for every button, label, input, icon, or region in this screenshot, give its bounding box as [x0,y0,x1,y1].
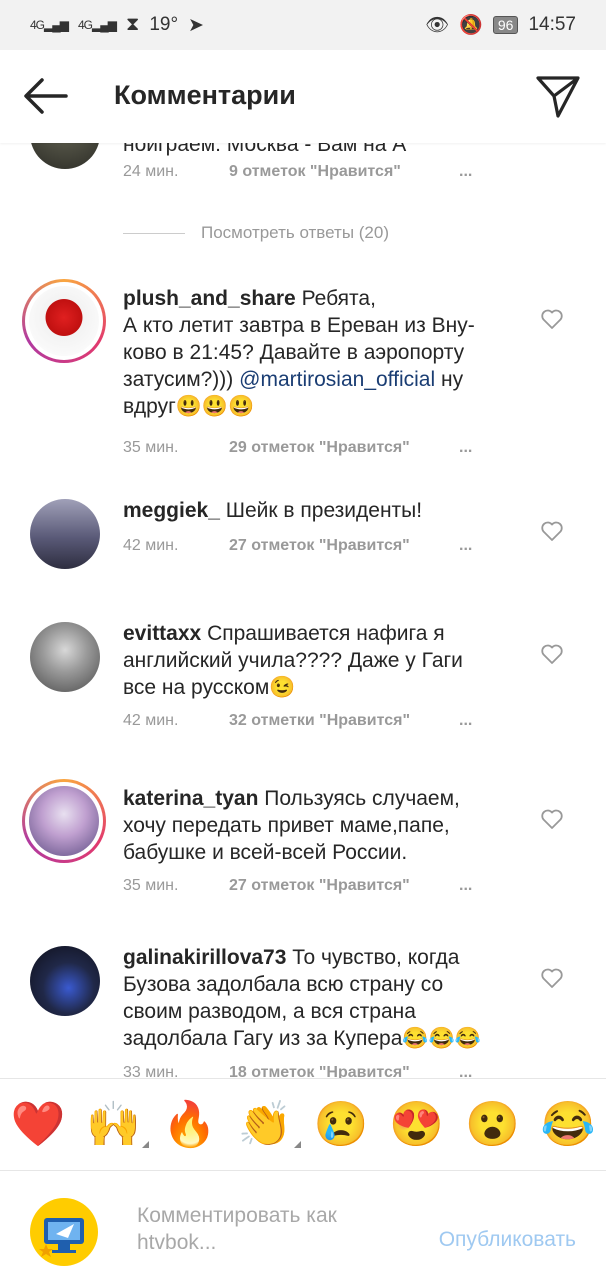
red-heart-emoji-button[interactable]: ❤️ [10,1100,65,1150]
battery-icon: 96 [492,16,519,34]
comment-time: 24 мин. [123,163,179,180]
comment-time: 42 мин. [123,712,179,729]
comment-time: 42 мин. [123,537,179,554]
more-options[interactable]: ... [459,1064,472,1078]
like-heart-icon[interactable] [540,642,564,666]
comment-meta: 42 мин. 27 отметок "Нравится" ... [123,537,472,555]
raising-hands-emoji-button[interactable]: 🙌 [86,1100,150,1150]
replies-divider [123,232,185,234]
comment-text: plush_and_share Ребята, А кто летит завт… [123,285,523,420]
comment-text: katerina_tyan Пользуясь случаем, хочу пе… [123,785,523,866]
comment-likes[interactable]: 18 отметок "Нравится" [229,1064,459,1078]
avatar[interactable] [30,946,100,1016]
surprised-emoji-button[interactable]: 😮 [465,1100,520,1150]
like-heart-icon[interactable] [540,519,564,543]
direct-send-icon[interactable] [534,72,582,120]
comment-time: 35 мин. [123,439,179,456]
comment-text: evittaxx Спрашивается нафига я английски… [123,620,523,701]
clock: 14:57 [528,14,576,35]
comment-username[interactable]: meggiek_ [123,499,220,522]
more-options[interactable]: ... [459,877,472,895]
comment-likes[interactable]: 27 отметок "Нравится" [229,877,459,895]
clapping-emoji-button[interactable]: 👏 [238,1100,301,1150]
heart-eyes-emoji-button[interactable]: 😍 [389,1100,444,1150]
comment-username[interactable]: plush_and_share [123,287,296,310]
signal-icon: 4G▂▄▆ [30,18,69,32]
skin-tone-indicator [142,1140,150,1148]
signal-icon-2: 4G▂▄▆ [77,18,117,32]
temperature: 19° [149,14,179,35]
comment-time: 35 мин. [123,877,179,894]
avatar[interactable] [30,143,100,169]
fire-emoji-button[interactable]: 🔥 [162,1100,217,1150]
comment-username[interactable]: katerina_tyan [123,787,258,810]
comment-input[interactable]: Комментировать как htvbok... [137,1202,407,1256]
comment-meta: 33 мин. 18 отметок "Нравится" ... [123,1064,472,1078]
mention-link[interactable]: @martirosian_official [239,368,435,391]
comment-likes[interactable]: 29 отметок "Нравится" [229,439,459,457]
more-options[interactable]: ... [459,439,472,457]
like-heart-icon[interactable] [540,307,564,331]
comment-time: 33 мин. [123,1064,179,1078]
publish-button[interactable]: Опубликовать [439,1228,576,1252]
avatar[interactable] [30,622,100,692]
hourglass-icon: ⧗ [125,14,140,35]
comment-username[interactable]: evittaxx [123,622,201,645]
eye-icon: 👁 [425,15,450,36]
comment-meta: 42 мин. 32 отметки "Нравится" ... [123,712,472,730]
status-bar: 4G▂▄▆ 4G▂▄▆ ⧗ 19° ➤ 👁 🔕 96 14:57 [0,0,606,50]
comment-meta: 35 мин. 29 отметок "Нравится" ... [123,439,472,457]
comment-composer: Комментировать как htvbok... Опубликоват… [0,1172,606,1280]
mute-icon: 🔕 [459,15,483,36]
page-title: Комментарии [114,80,296,110]
like-heart-icon[interactable] [540,807,564,831]
comment-likes[interactable]: 32 отметки "Нравится" [229,712,459,730]
comment-username[interactable]: galinakirillova73 [123,946,286,969]
comment-text: meggiek_ Шейк в президенты! [123,497,523,524]
header: Комментарии [0,50,606,143]
comment-meta: 35 мин. 27 отметок "Нравится" ... [123,877,472,895]
skin-tone-indicator [293,1140,301,1148]
avatar[interactable] [30,499,100,569]
view-replies[interactable]: Посмотреть ответы (20) [123,223,389,243]
back-arrow-icon[interactable] [22,74,70,118]
tears-of-joy-emoji-button[interactable]: 😂 [541,1100,596,1150]
comment-meta: 24 мин. 9 отметок "Нравится" ... [123,163,472,181]
quick-reactions-bar: ❤️ 🙌 🔥 👏 😢 😍 😮 😂 [0,1078,606,1171]
comment-text: ноиграем: Москва - Вам на А [123,143,407,156]
more-options[interactable]: ... [459,163,472,181]
avatar[interactable] [29,786,99,856]
crying-emoji-button[interactable]: 😢 [313,1100,368,1150]
computer-logo-icon [39,1218,84,1257]
more-options[interactable]: ... [459,537,472,555]
view-replies-label: Посмотреть ответы (20) [201,223,389,242]
more-options[interactable]: ... [459,712,472,730]
comment-likes[interactable]: 9 отметок "Нравится" [229,163,459,181]
comment-body: Шейк в президенты! [225,499,423,522]
avatar[interactable] [29,286,99,356]
like-heart-icon[interactable] [540,966,564,990]
navigation-icon: ➤ [188,14,204,36]
comment-likes[interactable]: 27 отметок "Нравится" [229,537,459,555]
comment-list[interactable]: ноиграем: Москва - Вам на А 24 мин. 9 от… [0,143,606,1078]
comment-text: galinakirillova73 То чувство, когда Бузо… [123,944,523,1052]
my-avatar [30,1198,98,1266]
